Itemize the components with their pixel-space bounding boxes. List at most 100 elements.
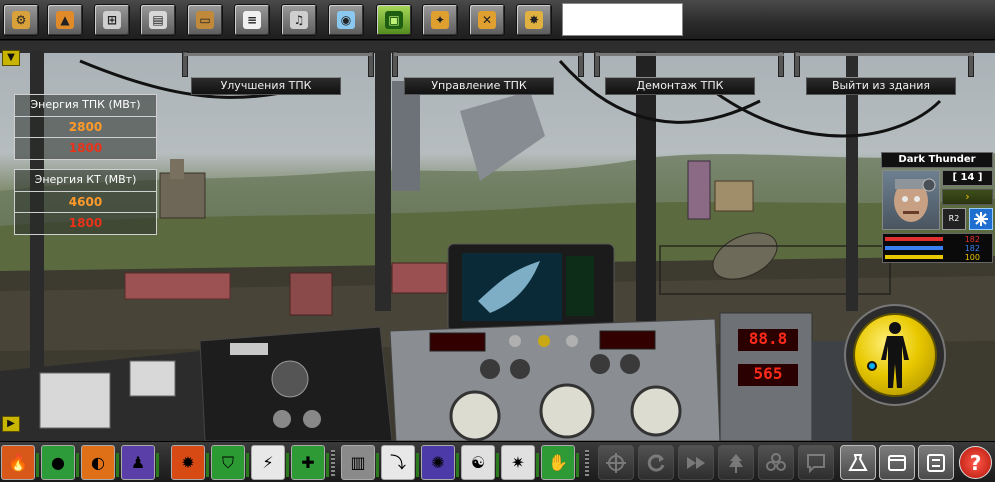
fight-button[interactable]: ✦: [422, 4, 458, 36]
led-display-primary: 88.8: [748, 329, 788, 348]
news-button[interactable]: ▤: [140, 4, 176, 36]
fast-forward-button[interactable]: [678, 445, 714, 480]
window-button[interactable]: [879, 445, 915, 480]
scroll-down-arrow[interactable]: ▼: [2, 50, 20, 66]
briefcase-icon: ▭: [196, 11, 214, 29]
target-button[interactable]: [598, 445, 634, 480]
character-body-button[interactable]: [844, 304, 946, 406]
lightning-figure-icon: ⚡: [262, 452, 274, 472]
music-icon: ♫: [290, 11, 308, 29]
settings-list-button[interactable]: [918, 445, 954, 480]
hanger-chain: [796, 53, 974, 79]
player-level: [ 14 ]: [942, 170, 993, 186]
energy-kt-panel: Энергия КТ (МВт) 4600 1800: [14, 169, 157, 235]
energy-kt-secondary: 1800: [68, 216, 103, 230]
skill-canister[interactable]: ▥: [341, 445, 379, 480]
figure-icon: ♟: [130, 452, 146, 472]
document-button[interactable]: ≡: [234, 4, 270, 36]
hanger-chain: [184, 53, 372, 79]
exit-building-button[interactable]: Выйти из здания: [806, 77, 956, 95]
expand-right-arrow[interactable]: ▶: [2, 416, 20, 432]
stamp-button[interactable]: ▲: [47, 4, 83, 36]
network-button[interactable]: ⊞: [94, 4, 130, 36]
hanger-chain: [394, 53, 582, 79]
skill-green-blob[interactable]: ●: [41, 445, 79, 480]
target-icon: [606, 452, 626, 473]
aura-icon: ✺: [431, 452, 445, 472]
body-medallion: [853, 313, 937, 397]
skill-shout[interactable]: ✷: [501, 445, 539, 480]
crossed-weapons-button[interactable]: ✕: [469, 4, 505, 36]
skill-flame-ring[interactable]: ◐: [81, 445, 119, 480]
crossed-weapons-icon: ✕: [478, 11, 496, 29]
stamina-value: 100: [964, 253, 980, 262]
skill-level-bar: [36, 453, 39, 477]
group-button[interactable]: [758, 445, 794, 480]
player-level-value: 14: [960, 172, 975, 183]
bar-separator: [585, 450, 589, 476]
player-name[interactable]: Dark Thunder: [881, 152, 993, 168]
energy-kt-title: Энергия КТ (МВт): [15, 170, 156, 192]
energy-tpk-title: Энергия ТПК (МВт): [15, 95, 156, 117]
skill-figure[interactable]: ♟: [121, 445, 159, 480]
skill-lightning-figure[interactable]: ⚡: [251, 445, 289, 480]
bag-button[interactable]: [840, 445, 876, 480]
green-blob-icon: ●: [51, 452, 65, 472]
bottom-action-bar: 🔥 ● ◐ ♟ ✹ ⛉ ⚡ ✚ ▥ ⤵ ✺ ☯ ✷ ✋ ?: [0, 441, 995, 482]
skill-level-bar: [376, 453, 379, 477]
heal-hand-icon: ✋: [548, 452, 568, 472]
help-button[interactable]: ?: [959, 446, 992, 479]
skill-aura[interactable]: ✺: [421, 445, 459, 480]
bar-separator: [331, 450, 335, 476]
player-info-arrow[interactable]: ›: [942, 189, 993, 205]
shield-icon: ⛉: [221, 452, 234, 472]
globe-button[interactable]: ◉: [328, 4, 364, 36]
skill-level-bar: [496, 453, 499, 477]
energy-tpk-panel: Энергия ТПК (МВт) 2800 1800: [14, 94, 157, 160]
music-button[interactable]: ♫: [281, 4, 317, 36]
skill-level-bar: [286, 453, 289, 477]
skill-level-bar: [116, 453, 119, 477]
refresh-icon: [647, 454, 665, 472]
explosion-button[interactable]: ✸: [516, 4, 552, 36]
skill-shield[interactable]: ⛉: [211, 445, 249, 480]
skill-level-bar: [456, 453, 459, 477]
briefcase-button[interactable]: ▭: [187, 4, 223, 36]
skill-burst[interactable]: ✹: [171, 445, 209, 480]
fire-icon: 🔥: [8, 452, 28, 472]
skill-level-bar: [206, 453, 209, 477]
stamina-bar: [885, 255, 943, 259]
hanger-chain: [596, 53, 784, 79]
skill-heal-hand[interactable]: ✋: [541, 445, 579, 480]
snowflake-icon[interactable]: [969, 208, 993, 230]
tree-button[interactable]: [718, 445, 754, 480]
window-icon: [888, 454, 906, 471]
flame-ring-icon: ◐: [91, 452, 105, 472]
skill-heal-plus[interactable]: ✚: [291, 445, 329, 480]
energy-tpk-secondary: 1800: [68, 141, 103, 155]
gears-button[interactable]: ⚙: [3, 4, 39, 36]
hp-value: 182: [964, 235, 980, 244]
skill-fire[interactable]: 🔥: [1, 445, 39, 480]
chat-bubble-button[interactable]: [798, 445, 834, 480]
chat-input[interactable]: [562, 3, 683, 36]
avatar-face-icon: [894, 178, 936, 222]
snowflake-glyph: [974, 212, 988, 226]
fight-icon: ✦: [431, 11, 449, 29]
skill-level-bar: [246, 453, 249, 477]
manage-button[interactable]: Управление ТПК: [404, 77, 554, 95]
burst-icon: ✹: [181, 452, 195, 472]
energy-tpk-primary: 2800: [15, 117, 156, 138]
help-icon: ?: [969, 450, 982, 475]
mana-value: 182: [964, 244, 980, 253]
dismantle-button[interactable]: Демонтаж ТПК: [605, 77, 755, 95]
upgrades-button[interactable]: Улучшения ТПК: [191, 77, 341, 95]
fast-forward-icon: [687, 456, 705, 469]
building-interior-scene: 88.8 565 ▼ ▶ Улучшения ТПК Управление ТП…: [0, 41, 995, 441]
refresh-button[interactable]: [638, 445, 674, 480]
skill-dive[interactable]: ⤵: [381, 445, 419, 480]
avatar[interactable]: [882, 170, 940, 230]
skill-meditate[interactable]: ☯: [461, 445, 499, 480]
human-silhouette-icon: [881, 322, 909, 388]
floppy-disk-button[interactable]: ▣: [376, 4, 412, 36]
